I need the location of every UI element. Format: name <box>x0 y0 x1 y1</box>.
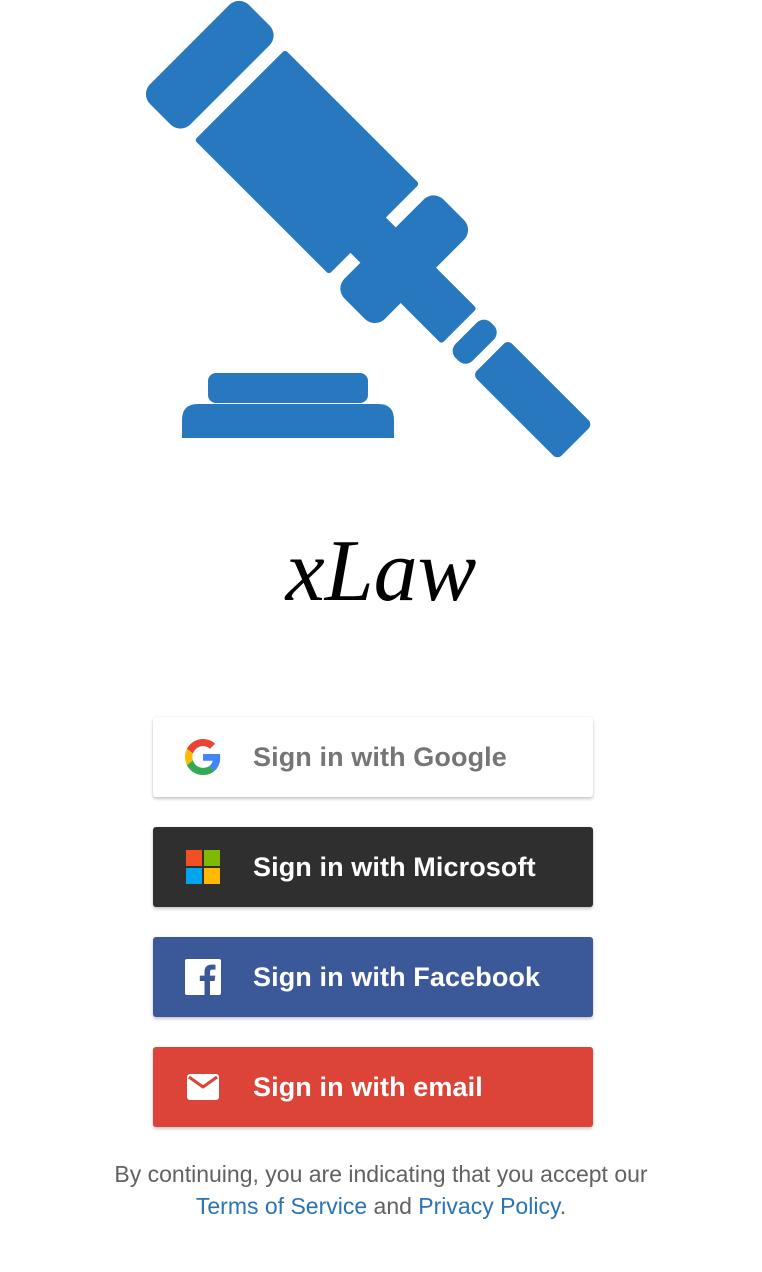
facebook-icon <box>185 959 221 995</box>
signin-page: xLaw Sign in with Google Sign in with Mi… <box>0 0 762 1272</box>
legal-prefix: By continuing, you are indicating that y… <box>114 1161 648 1187</box>
mail-icon <box>185 1069 221 1105</box>
google-signin-label: Sign in with Google <box>253 742 507 772</box>
facebook-signin-label: Sign in with Facebook <box>253 962 541 992</box>
email-signin-button[interactable]: Sign in with email <box>153 1047 593 1127</box>
legal-suffix: . <box>559 1193 567 1219</box>
google-icon <box>185 739 221 775</box>
microsoft-icon <box>185 849 221 885</box>
microsoft-signin-label: Sign in with Microsoft <box>253 852 536 882</box>
google-signin-button[interactable]: Sign in with Google <box>153 717 593 797</box>
signin-button-list: Sign in with Google Sign in with Microso… <box>153 717 593 1157</box>
gavel-icon <box>145 0 591 458</box>
legal-notice: By continuing, you are indicating that y… <box>0 1158 762 1222</box>
app-title: xLaw <box>285 523 477 620</box>
terms-of-service-link[interactable]: Terms of Service <box>196 1193 367 1219</box>
legal-conjunction: and <box>373 1193 412 1219</box>
microsoft-signin-button[interactable]: Sign in with Microsoft <box>153 827 593 907</box>
facebook-signin-button[interactable]: Sign in with Facebook <box>153 937 593 1017</box>
email-signin-label: Sign in with email <box>253 1072 483 1102</box>
privacy-policy-link[interactable]: Privacy Policy <box>418 1193 559 1219</box>
